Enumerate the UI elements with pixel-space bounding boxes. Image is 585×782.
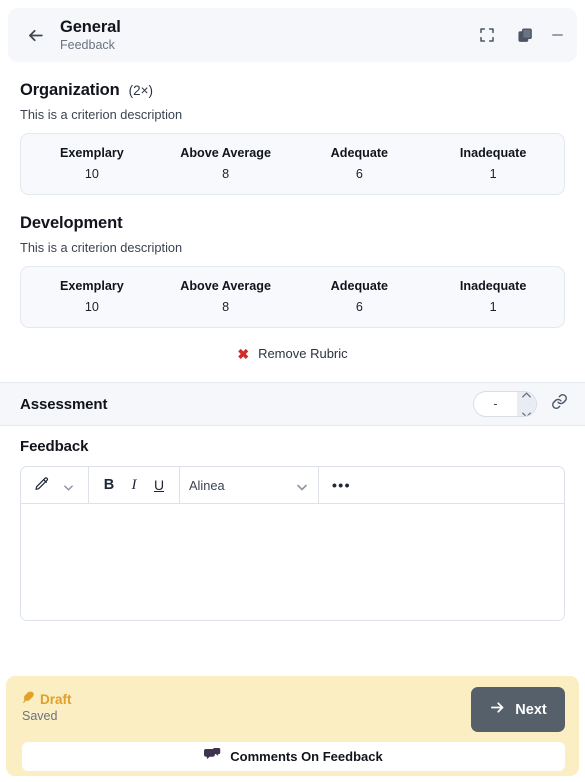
toolbar-group-format: B I U (89, 467, 180, 503)
feather-icon (22, 691, 35, 707)
bold-button[interactable]: B (98, 472, 120, 498)
rubric-level-score: 6 (355, 167, 363, 181)
comments-icon (204, 747, 221, 766)
feedback-panel: General Feedback Organization (2×) This … (0, 0, 585, 782)
draft-status: Draft Saved (22, 688, 471, 724)
rubric-level[interactable]: Inadequate 1 (426, 279, 560, 314)
grade-stepper[interactable] (473, 391, 537, 417)
page-title: General (60, 18, 121, 37)
rubric-level[interactable]: Above Average 8 (159, 279, 293, 314)
header-title-group: General Feedback (60, 18, 476, 51)
feedback-textarea[interactable] (21, 504, 564, 620)
toolbar-group-more: ••• (319, 467, 364, 503)
rubric-level-label: Adequate (330, 279, 389, 293)
rubric-level-score: 10 (84, 300, 99, 314)
feedback-title: Feedback (20, 438, 89, 455)
comments-on-feedback-button[interactable]: Comments On Feedback (22, 742, 565, 771)
back-button[interactable] (18, 18, 52, 52)
criterion-name: Organization (20, 81, 120, 99)
duplicate-button[interactable] (514, 24, 536, 46)
rubric-level-score: 8 (222, 167, 230, 181)
fullscreen-icon (479, 27, 495, 43)
next-label: Next (515, 701, 547, 718)
rubric-level-score: 1 (489, 300, 497, 314)
toolbar-group-style: Alinea (180, 467, 319, 503)
criterion-description: This is a criterion description (20, 107, 183, 122)
rubric-levels: Exemplary 10 Above Average 8 Adequate 6 … (20, 266, 565, 328)
criterion-name: Development (20, 214, 123, 232)
assessment-title: Assessment (20, 395, 108, 413)
link-icon (551, 393, 568, 415)
rubric-level[interactable]: Inadequate 1 (426, 146, 560, 181)
criterion-organization: Organization (2×) This is a criterion de… (0, 62, 585, 195)
paragraph-style-value: Alinea (189, 477, 225, 493)
feedback-section: Feedback B I U Alinea ••• (20, 438, 565, 621)
more-options-button[interactable]: ••• (328, 472, 355, 498)
footer-top-row: Draft Saved Next (22, 687, 565, 732)
rubric-level-score: 1 (489, 167, 497, 181)
rubric-level-label: Above Average (180, 279, 271, 293)
criterion-description: This is a criterion description (20, 240, 183, 255)
rubric-level-score: 6 (355, 300, 363, 314)
rubric-level[interactable]: Adequate 6 (293, 279, 427, 314)
header-actions (476, 24, 563, 46)
comments-label: Comments On Feedback (230, 749, 383, 764)
paragraph-style-select[interactable]: Alinea (189, 478, 309, 493)
rubric-level-score: 10 (84, 167, 99, 181)
arrow-right-icon (489, 699, 506, 721)
rubric-level-score: 8 (222, 300, 230, 314)
rubric-level-label: Inadequate (459, 279, 527, 293)
rubric-level[interactable]: Adequate 6 (293, 146, 427, 181)
feedback-editor: B I U Alinea ••• (20, 466, 565, 621)
pencil-icon (34, 476, 50, 495)
chevron-down-icon (522, 405, 531, 416)
underline-button[interactable]: U (148, 472, 170, 498)
rubric-level[interactable]: Exemplary 10 (25, 279, 159, 314)
criterion-heading: Organization (2×) (20, 62, 565, 100)
italic-button[interactable]: I (123, 472, 145, 498)
link-button[interactable] (549, 394, 569, 414)
fullscreen-button[interactable] (476, 24, 498, 46)
grade-spinner[interactable] (517, 392, 536, 416)
grade-input[interactable] (474, 392, 517, 416)
saved-label: Saved (22, 709, 58, 723)
rubric-level-label: Exemplary (60, 146, 124, 160)
rubric-level[interactable]: Exemplary 10 (25, 146, 159, 181)
toolbar-group-highlight (21, 467, 89, 503)
rubric-level[interactable]: Above Average 8 (159, 146, 293, 181)
next-button[interactable]: Next (471, 687, 565, 732)
criterion-development: Development This is a criterion descript… (0, 195, 585, 328)
highlight-dropdown-button[interactable] (57, 472, 79, 498)
minimize-button[interactable] (552, 34, 563, 36)
copy-icon (517, 27, 534, 44)
footer-bar: Draft Saved Next Comments On Feedback (6, 676, 579, 776)
criterion-heading: Development (20, 195, 565, 233)
cross-icon: ✖ (237, 345, 250, 362)
rubric-level-label: Above Average (180, 146, 271, 160)
rubric-level-label: Inadequate (459, 146, 527, 160)
page-subtitle: Feedback (60, 37, 115, 52)
chevron-down-icon (296, 480, 307, 491)
editor-toolbar: B I U Alinea ••• (21, 467, 564, 504)
rubric-level-label: Adequate (330, 146, 389, 160)
criterion-multiplier: (2×) (128, 83, 154, 98)
draft-status-line: Draft (22, 691, 471, 707)
highlight-button[interactable] (30, 472, 54, 498)
arrow-left-icon (26, 26, 45, 45)
remove-rubric-button[interactable]: ✖ Remove Rubric (0, 346, 585, 361)
rubric-level-label: Exemplary (60, 279, 124, 293)
remove-rubric-label: Remove Rubric (258, 346, 348, 361)
rubric-levels: Exemplary 10 Above Average 8 Adequate 6 … (20, 133, 565, 195)
criteria-list: Organization (2×) This is a criterion de… (0, 62, 585, 361)
assessment-bar: Assessment (0, 382, 585, 426)
panel-header: General Feedback (8, 8, 577, 62)
chevron-down-icon (63, 480, 74, 491)
chevron-up-icon (522, 392, 531, 403)
draft-label: Draft (40, 691, 72, 707)
